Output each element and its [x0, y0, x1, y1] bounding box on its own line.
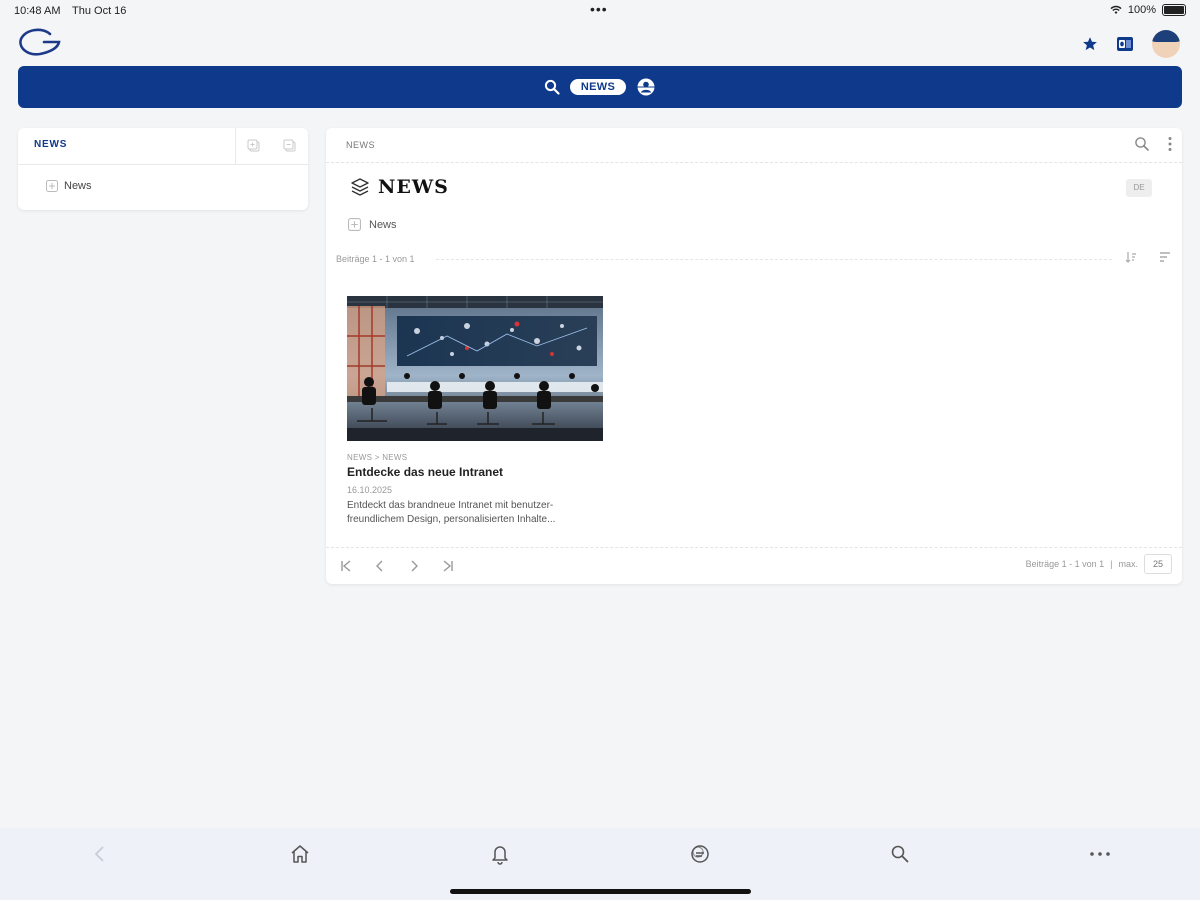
tree-item-label: News: [64, 180, 92, 192]
max-label: max.: [1118, 559, 1138, 569]
subcategory-label: News: [369, 218, 397, 231]
home-indicator[interactable]: [450, 889, 751, 894]
article-date: 16.10.2025: [347, 485, 393, 495]
article-category[interactable]: NEWS > NEWS: [347, 453, 603, 462]
header-icons: [1082, 30, 1180, 58]
battery-percent: 100%: [1127, 4, 1156, 16]
pagination-footer: Beiträge 1 - 1 von 1 | max. 25: [326, 547, 1182, 584]
tree-node-icon: [348, 218, 361, 231]
content-panel: NEWS NEWS DE News Beiträge 1 - 1 von 1 N…: [326, 128, 1182, 584]
article-image[interactable]: [347, 296, 603, 441]
app-header: [0, 24, 1200, 64]
next-page-icon[interactable]: [406, 558, 422, 574]
outlook-icon[interactable]: [1116, 35, 1134, 53]
subcategory-item[interactable]: News: [348, 218, 397, 231]
search-scope-pill[interactable]: NEWS: [569, 79, 627, 95]
pager: [338, 558, 456, 574]
article-title[interactable]: Entdecke das neue Intranet: [347, 465, 603, 479]
page-title-text: NEWS: [378, 176, 449, 198]
article-card[interactable]: NEWS > NEWS Entdecke das neue Intranet 1…: [347, 296, 603, 527]
sort-direction-icon[interactable]: [1124, 250, 1138, 264]
battery-icon: [1162, 4, 1186, 16]
avatar[interactable]: [1152, 30, 1180, 58]
multitask-dots-icon[interactable]: •••: [590, 1, 608, 17]
chat-icon[interactable]: [688, 842, 712, 866]
previous-page-icon[interactable]: [372, 558, 388, 574]
collapse-all-icon[interactable]: [283, 139, 297, 153]
search-icon[interactable]: [544, 79, 560, 95]
navigation-panel-title: NEWS: [34, 139, 68, 150]
status-bar: 10:48 AM Thu Oct 16 ••• 100%: [0, 0, 1200, 22]
divider: [436, 259, 1112, 260]
status-date: Thu Oct 16: [72, 5, 127, 17]
globe-user-icon[interactable]: [636, 77, 656, 97]
star-icon[interactable]: [1082, 36, 1098, 52]
status-time: 10:48 AM: [14, 5, 61, 17]
search-icon[interactable]: [1134, 136, 1150, 152]
first-page-icon[interactable]: [338, 558, 354, 574]
content-panel-header: NEWS: [326, 128, 1182, 163]
pagination-info: Beiträge 1 - 1 von 1 | max. 25: [1026, 554, 1172, 574]
more-icon[interactable]: [1088, 842, 1112, 866]
results-count-top: Beiträge 1 - 1 von 1: [336, 254, 415, 264]
navigation-panel: NEWS News: [18, 128, 308, 210]
content-panel-actions: [1134, 136, 1172, 152]
home-icon[interactable]: [288, 842, 312, 866]
status-right: 100%: [1110, 4, 1186, 16]
back-icon[interactable]: [88, 842, 112, 866]
more-vertical-icon[interactable]: [1168, 136, 1172, 152]
search-icon[interactable]: [888, 842, 912, 866]
results-count-bottom: Beiträge 1 - 1 von 1: [1025, 559, 1105, 569]
navigation-panel-tools: [235, 128, 308, 164]
bell-icon[interactable]: [488, 842, 512, 866]
breadcrumb[interactable]: NEWS: [346, 140, 375, 150]
page-title: NEWS: [350, 176, 449, 198]
separator: |: [1110, 559, 1113, 569]
navigation-panel-header: NEWS: [18, 128, 308, 165]
sort-controls: [1124, 250, 1172, 264]
g-logo-icon[interactable]: [16, 26, 62, 65]
language-badge[interactable]: DE: [1126, 179, 1152, 197]
layers-icon: [351, 178, 369, 196]
last-page-icon[interactable]: [440, 558, 456, 574]
article-teaser: Entdeckt das brandneue Intranet mit benu…: [347, 500, 556, 525]
sort-list-icon[interactable]: [1158, 250, 1172, 264]
expand-all-icon[interactable]: [247, 139, 261, 153]
tree-node-icon: [46, 180, 58, 192]
tree-item-news[interactable]: News: [46, 180, 92, 192]
search-bar[interactable]: NEWS: [18, 66, 1182, 108]
wifi-icon: [1110, 5, 1122, 14]
bottom-navigation: [0, 828, 1200, 900]
page-size-input[interactable]: 25: [1144, 554, 1172, 574]
